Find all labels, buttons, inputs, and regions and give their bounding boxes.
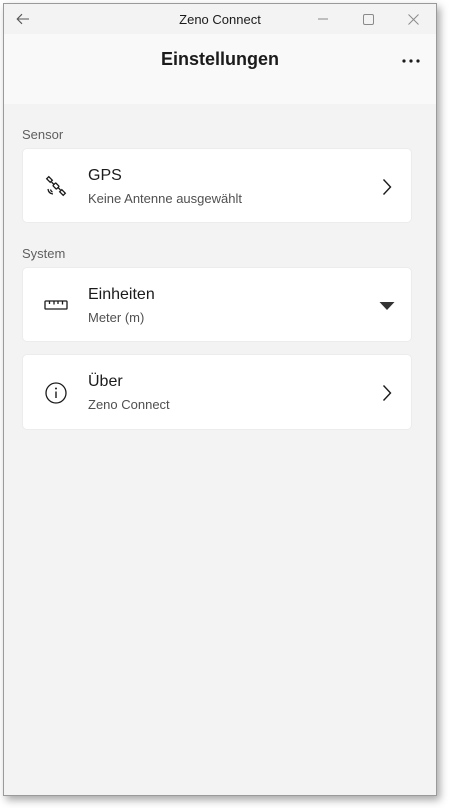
more-icon (402, 59, 420, 63)
setting-gps[interactable]: GPS Keine Antenne ausgewählt (22, 148, 412, 223)
section-label-sensor: Sensor (22, 127, 64, 142)
satellite-icon (42, 172, 70, 200)
page-title: Einstellungen (160, 49, 279, 69)
chevron-right-icon (377, 383, 397, 403)
app-window: Zeno Connect Einstellungen Sensor GPS Ke… (3, 3, 437, 796)
title-bar: Zeno Connect (4, 4, 436, 34)
ruler-icon (42, 291, 70, 319)
gps-subtitle: Keine Antenne ausgewählt (88, 191, 242, 206)
about-title: Über (88, 373, 123, 390)
setting-units[interactable]: Einheiten Meter (m) (22, 267, 412, 342)
minimize-icon (318, 18, 328, 20)
units-subtitle: Meter (m) (88, 310, 145, 325)
more-options-button[interactable] (398, 48, 424, 74)
maximize-icon (362, 13, 374, 25)
gps-title: GPS (88, 167, 122, 184)
app-header: Einstellungen (4, 34, 436, 104)
maximize-button[interactable] (356, 8, 380, 30)
units-title: Einheiten (88, 286, 155, 303)
section-label-system: System (22, 246, 66, 261)
chevron-right-icon (377, 177, 397, 197)
dropdown-caret-icon[interactable] (377, 296, 397, 316)
about-subtitle: Zeno Connect (88, 397, 170, 412)
close-icon (407, 13, 419, 25)
close-button[interactable] (401, 8, 425, 30)
info-icon (42, 379, 70, 407)
setting-about[interactable]: Über Zeno Connect (22, 354, 412, 430)
minimize-button[interactable] (311, 8, 335, 30)
